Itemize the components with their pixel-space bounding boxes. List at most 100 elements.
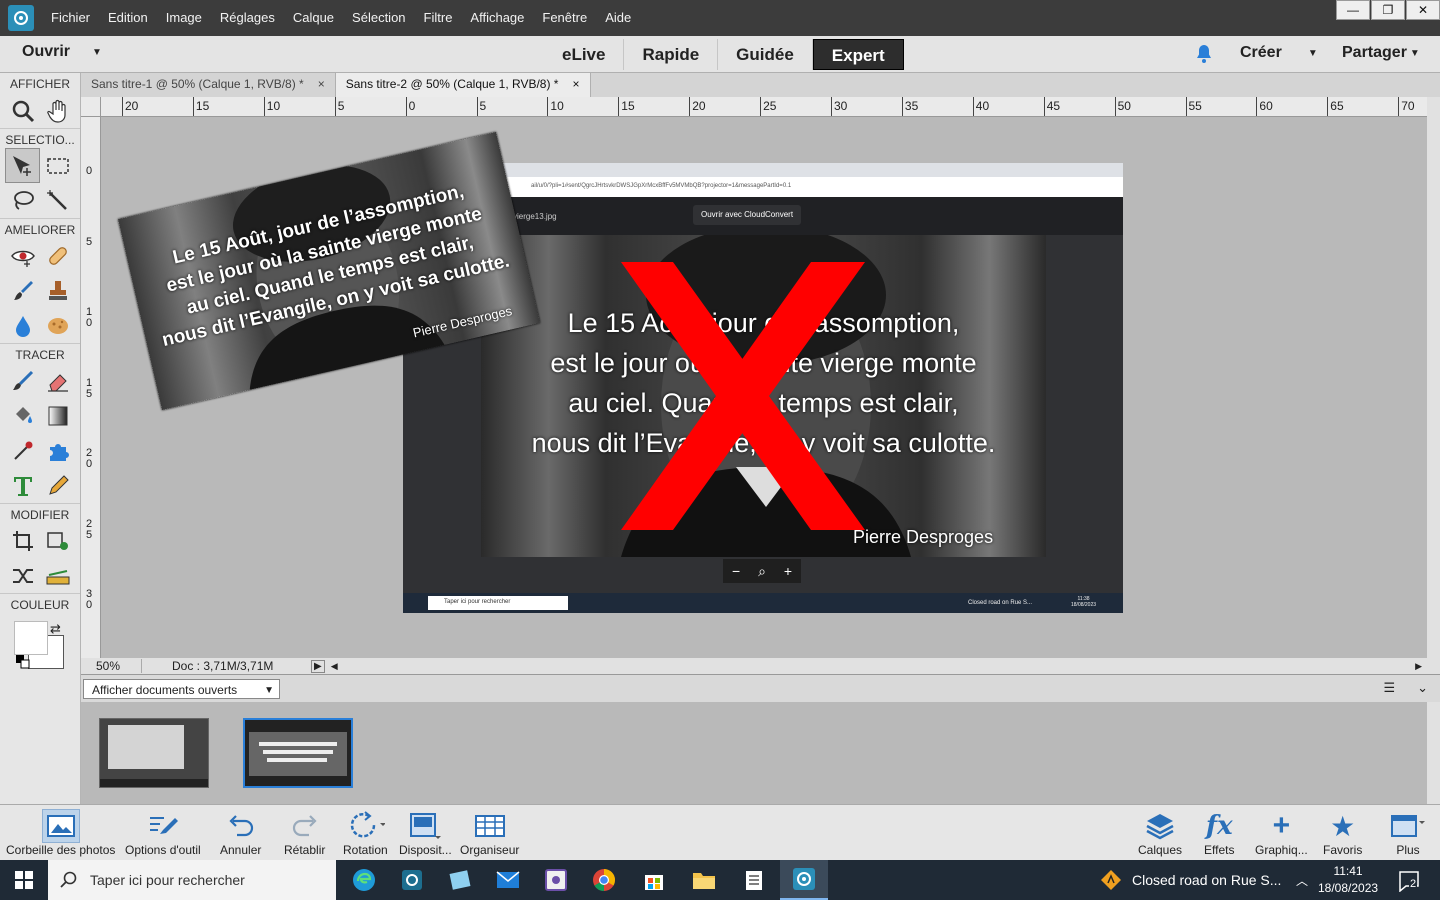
- marquee-tool[interactable]: [40, 148, 75, 183]
- menu-aide[interactable]: Aide: [596, 0, 640, 36]
- default-colors-icon[interactable]: [16, 655, 30, 669]
- zoom-tool[interactable]: [5, 93, 40, 128]
- list-menu-icon[interactable]: ☰: [1383, 680, 1395, 696]
- clone-stamp-tool[interactable]: [40, 273, 75, 308]
- swap-colors-icon[interactable]: ⇄: [50, 621, 61, 637]
- straighten-tool[interactable]: [40, 558, 75, 593]
- straighten-icon: [46, 569, 69, 584]
- custom-shape-tool[interactable]: [40, 433, 75, 468]
- content-aware-move-tool[interactable]: [5, 558, 40, 593]
- eraser-tool[interactable]: [40, 363, 75, 398]
- graphics-button[interactable]: + Graphiq...: [1255, 809, 1308, 857]
- thumbnail-document-2[interactable]: [243, 718, 353, 788]
- scroll-left-icon[interactable]: ◀: [331, 661, 338, 672]
- taskbar-explorer[interactable]: [680, 860, 728, 900]
- taskbar-store[interactable]: [630, 860, 678, 900]
- share-button[interactable]: Partager ▼: [1342, 44, 1420, 62]
- tool-options-icon: [149, 817, 178, 834]
- minimize-button[interactable]: —: [1336, 0, 1370, 20]
- favorites-button[interactable]: ★ Favoris: [1323, 809, 1362, 858]
- magic-wand-tool[interactable]: [40, 183, 75, 218]
- type-tool[interactable]: [5, 468, 40, 503]
- recompose-tool[interactable]: [40, 523, 75, 558]
- layout-button[interactable]: Disposit...: [399, 809, 452, 857]
- menu-image[interactable]: Image: [157, 0, 211, 36]
- gradient-tool[interactable]: [40, 398, 75, 433]
- scroll-right-icon[interactable]: ▶: [1415, 661, 1422, 672]
- red-cross-shape[interactable]: [621, 262, 865, 530]
- taskbar-photoshop-elements[interactable]: [780, 860, 828, 900]
- move-tool[interactable]: [5, 148, 40, 183]
- taskbar-search-box[interactable]: Taper ici pour rechercher: [48, 860, 336, 900]
- expand-arrow-icon[interactable]: ▶: [311, 659, 325, 673]
- more-button[interactable]: Plus: [1390, 809, 1426, 857]
- taskbar-photos[interactable]: [436, 860, 484, 900]
- paint-bucket-tool[interactable]: [5, 398, 40, 433]
- menu-calque[interactable]: Calque: [284, 0, 343, 36]
- rotate-button[interactable]: Rotation: [343, 809, 388, 857]
- photo-bin-button[interactable]: Corbeille des photos: [6, 809, 115, 857]
- menu-selection[interactable]: Sélection: [343, 0, 414, 36]
- color-swatch: ⇄: [14, 621, 66, 673]
- layers-button[interactable]: Calques: [1138, 809, 1182, 857]
- close-window-button[interactable]: ✕: [1406, 0, 1440, 20]
- bin-scrollbar[interactable]: [1427, 702, 1440, 804]
- smart-brush-tool[interactable]: [5, 273, 40, 308]
- taskbar-news-widget[interactable]: Closed road on Rue S...: [1100, 860, 1281, 900]
- notification-bell-icon[interactable]: [1195, 44, 1213, 67]
- eyedropper-tool[interactable]: [5, 433, 40, 468]
- menu-filtre[interactable]: Filtre: [415, 0, 462, 36]
- healing-brush-tool[interactable]: [40, 238, 75, 273]
- tab-elive[interactable]: eLive: [544, 39, 625, 70]
- close-icon[interactable]: ×: [572, 73, 579, 97]
- crop-tool[interactable]: [5, 523, 40, 558]
- chevron-down-icon[interactable]: ▼: [92, 47, 102, 58]
- menu-fenetre[interactable]: Fenêtre: [533, 0, 596, 36]
- foreground-color[interactable]: [14, 621, 48, 655]
- taskbar-mail[interactable]: [484, 860, 532, 900]
- bin-source-select[interactable]: Afficher documents ouverts ▼: [83, 679, 280, 699]
- tab-guidee[interactable]: Guidée: [718, 39, 813, 70]
- undo-button[interactable]: Annuler: [220, 809, 261, 857]
- taskbar-elements-organizer[interactable]: [388, 860, 436, 900]
- thumbnail-document-1[interactable]: [99, 718, 209, 788]
- tray-overflow-icon[interactable]: ︿: [1296, 872, 1308, 889]
- canvas[interactable]: ail/u/0/?pli=1#sent/QgrcJHrtsvkrDWSJGpXr…: [101, 117, 1427, 658]
- canvas-vertical-scrollbar[interactable]: [1427, 97, 1440, 658]
- open-button[interactable]: Ouvrir ▼: [22, 43, 102, 61]
- effects-button[interactable]: fx Effets: [1204, 809, 1234, 857]
- tab-rapide[interactable]: Rapide: [624, 39, 719, 70]
- notification-center-icon[interactable]: 2: [1398, 870, 1422, 895]
- restore-button[interactable]: ❐: [1371, 0, 1405, 20]
- blur-tool[interactable]: [5, 308, 40, 343]
- organizer-button[interactable]: Organiseur: [460, 809, 519, 857]
- brush-tool[interactable]: [5, 363, 40, 398]
- taskbar-chrome[interactable]: [580, 860, 628, 900]
- menu-affichage[interactable]: Affichage: [461, 0, 533, 36]
- hand-tool[interactable]: [40, 93, 75, 128]
- taskbar-app-doc[interactable]: [730, 860, 778, 900]
- tab-document-1[interactable]: Sans titre-1 @ 50% (Calque 1, RVB/8) * ×: [81, 73, 336, 97]
- tool-options-button[interactable]: Options d'outil: [125, 809, 201, 857]
- redo-button[interactable]: Rétablir: [284, 809, 325, 857]
- lasso-tool[interactable]: [5, 183, 40, 218]
- taskbar-clock[interactable]: 11:41 18/08/2023: [1318, 863, 1378, 897]
- red-eye-tool[interactable]: [5, 238, 40, 273]
- close-icon[interactable]: ×: [318, 73, 325, 97]
- taskbar-edge[interactable]: [340, 860, 388, 900]
- collapse-icon[interactable]: ⌄: [1417, 680, 1428, 696]
- sponge-tool[interactable]: [40, 308, 75, 343]
- menu-fichier[interactable]: Fichier: [42, 0, 99, 36]
- ruler-tick: 10: [547, 97, 564, 116]
- tab-document-2[interactable]: Sans titre-2 @ 50% (Calque 1, RVB/8) * ×: [335, 73, 591, 97]
- create-button[interactable]: Créer ▼: [1240, 44, 1318, 62]
- zoom-field[interactable]: 50%: [81, 659, 141, 673]
- menu-reglages[interactable]: Réglages: [211, 0, 284, 36]
- taskbar-app-purple[interactable]: [532, 860, 580, 900]
- ruler-tick: 40: [972, 97, 990, 116]
- start-button[interactable]: [0, 860, 48, 900]
- pencil-tool[interactable]: [40, 468, 75, 503]
- tab-expert[interactable]: Expert: [812, 39, 904, 70]
- menu-edition[interactable]: Edition: [99, 0, 157, 36]
- star-icon: ★: [1330, 810, 1356, 842]
